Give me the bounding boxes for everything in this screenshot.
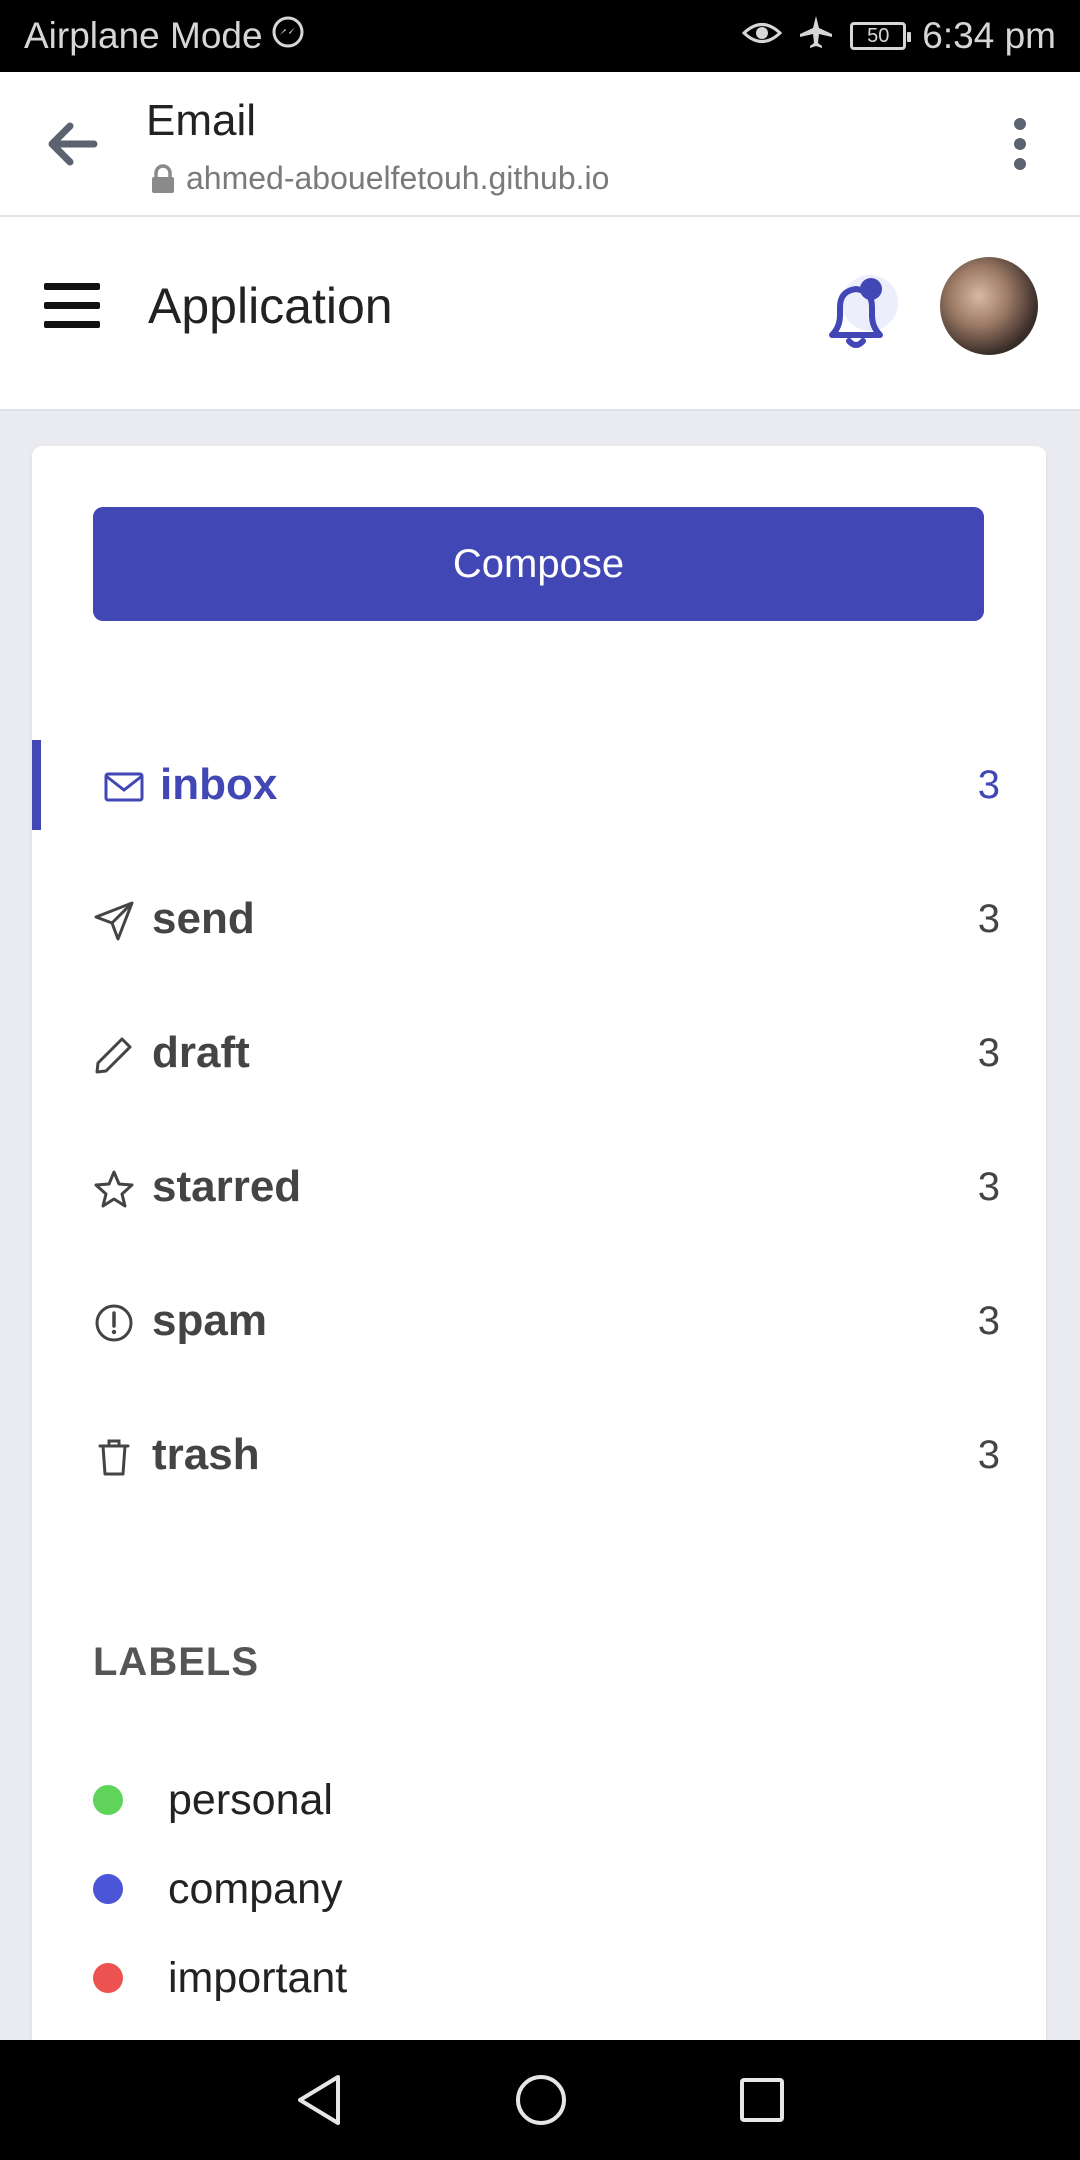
nav-item-starred[interactable]: starred 3 (32, 1142, 1046, 1232)
nav-item-draft[interactable]: draft 3 (32, 1008, 1046, 1098)
nav-count: 3 (977, 1298, 1000, 1343)
more-vertical-icon (1014, 118, 1026, 170)
labels-heading: LABELS (93, 1640, 259, 1684)
nav-item-trash[interactable]: trash 3 (32, 1410, 1046, 1500)
nav-count: 3 (977, 1432, 1000, 1477)
pencil-icon (95, 1037, 132, 1074)
nav-count: 3 (977, 896, 1000, 941)
label-company[interactable]: company (93, 1854, 893, 1924)
bell-icon (829, 278, 883, 348)
url-display[interactable]: ahmed-abouelfetouh.github.io (150, 160, 609, 197)
label-important[interactable]: important (93, 1943, 893, 2013)
eye-icon (742, 15, 783, 57)
battery-icon: 50 (850, 22, 912, 50)
nav-label: inbox (160, 760, 278, 809)
label-name: important (168, 1953, 348, 2002)
lock-icon (152, 163, 174, 193)
nav-item-spam[interactable]: spam 3 (32, 1276, 1046, 1366)
label-personal[interactable]: personal (93, 1765, 893, 1835)
nav-home-icon[interactable] (514, 2073, 568, 2127)
avatar[interactable] (940, 257, 1038, 355)
nav-count: 3 (977, 762, 1000, 807)
browser-toolbar: Email ahmed-abouelfetouh.github.io (0, 72, 1080, 217)
label-color-dot (93, 1874, 123, 1904)
label-color-dot (93, 1963, 123, 1993)
nav-item-inbox[interactable]: inbox 3 (32, 740, 1046, 830)
star-icon (94, 1170, 134, 1208)
app-title: Application (148, 278, 393, 334)
browser-menu-button[interactable] (1000, 112, 1040, 176)
messenger-icon (271, 15, 305, 58)
system-navigation-bar (0, 2040, 1080, 2160)
clock: 6:34 pm (922, 15, 1056, 56)
url-text: ahmed-abouelfetouh.github.io (186, 160, 610, 196)
page-title: Email (146, 96, 257, 145)
status-left: Airplane Mode (24, 15, 305, 58)
airplane-icon (798, 14, 834, 59)
nav-label: draft (152, 1028, 250, 1077)
compose-button[interactable]: Compose (93, 507, 984, 621)
menu-icon[interactable] (44, 283, 100, 339)
label-color-dot (93, 1785, 123, 1815)
send-icon (94, 901, 134, 941)
nav-label: send (152, 894, 255, 943)
alert-circle-icon (95, 1304, 133, 1342)
nav-recents-icon[interactable] (738, 2076, 786, 2124)
nav-label: trash (152, 1430, 260, 1479)
status-bar: Airplane Mode 50 6:34 pm (0, 0, 1080, 72)
label-name: company (168, 1864, 343, 1913)
nav-count: 3 (977, 1030, 1000, 1075)
app-header: Application (0, 217, 1080, 411)
nav-count: 3 (977, 1164, 1000, 1209)
trash-icon (98, 1439, 130, 1476)
label-name: personal (168, 1775, 333, 1824)
airplane-mode-text: Airplane Mode (24, 15, 263, 56)
battery-level: 50 (867, 24, 890, 47)
status-right: 50 6:34 pm (742, 14, 1056, 59)
arrow-left-icon (48, 122, 98, 166)
nav-label: starred (152, 1162, 302, 1211)
back-button[interactable] (40, 112, 104, 176)
nav-item-send[interactable]: send 3 (32, 874, 1046, 964)
notifications-button[interactable] (812, 267, 902, 357)
nav-back-icon[interactable] (294, 2073, 344, 2127)
nav-label: spam (152, 1296, 267, 1345)
mail-icon (104, 772, 144, 802)
